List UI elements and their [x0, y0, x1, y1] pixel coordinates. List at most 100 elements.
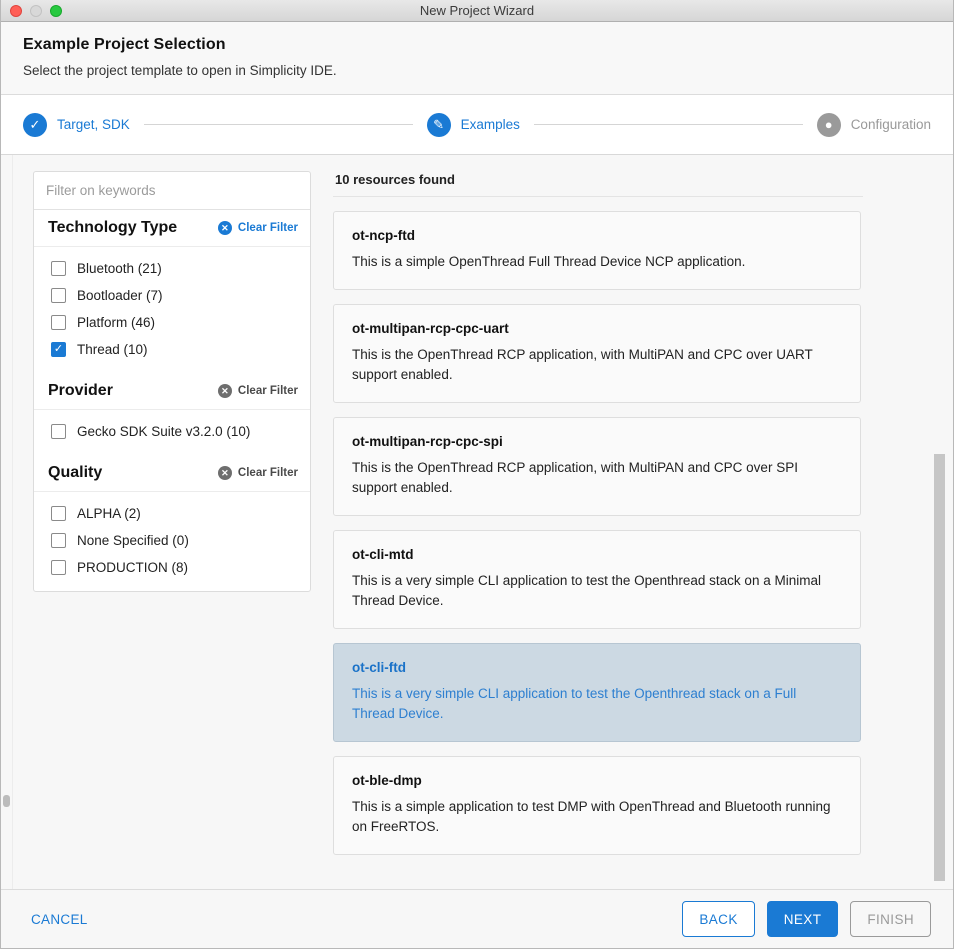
- checkbox-icon[interactable]: ✓: [51, 424, 66, 439]
- filter-option[interactable]: ✓ Thread (10): [34, 336, 310, 363]
- result-card[interactable]: ot-multipan-rcp-cpc-spi This is the OpenT…: [333, 417, 861, 516]
- clear-filter-label: Clear Filter: [238, 385, 298, 397]
- result-card-title: ot-ncp-ftd: [352, 228, 842, 243]
- filter-option-label: Gecko SDK Suite v3.2.0 (10): [77, 424, 250, 439]
- step-label-examples: Examples: [461, 117, 520, 132]
- clear-filter-button[interactable]: ✕ Clear Filter: [218, 221, 298, 235]
- step-configuration[interactable]: ● Configuration: [817, 113, 931, 137]
- window-title: New Project Wizard: [1, 3, 953, 18]
- filter-groups: Technology Type ✕ Clear Filter ✓ Bluetooth (…: [34, 210, 310, 591]
- checkbox-icon[interactable]: ✓: [51, 506, 66, 521]
- filter-group-header: Technology Type ✕ Clear Filter: [34, 210, 310, 247]
- clear-filter-x-icon: ✕: [218, 384, 232, 398]
- filter-option[interactable]: ✓ Platform (46): [34, 309, 310, 336]
- filter-group-title: Technology Type: [48, 219, 177, 237]
- filter-option[interactable]: ✓ Bootloader (7): [34, 282, 310, 309]
- step-examples[interactable]: ✎ Examples: [427, 113, 520, 137]
- zoom-button[interactable]: [50, 5, 62, 17]
- new-project-wizard-window: New Project Wizard Example Project Selec…: [0, 0, 954, 949]
- results-pane: 10 resources found ot-ncp-ftd This is a s…: [311, 171, 953, 889]
- checkbox-icon[interactable]: ✓: [51, 288, 66, 303]
- filter-option[interactable]: ✓ PRODUCTION (8): [34, 554, 310, 581]
- page-title: Example Project Selection: [23, 36, 931, 54]
- result-card[interactable]: ot-ble-dmp This is a simple application t…: [333, 756, 861, 855]
- filter-option[interactable]: ✓ Gecko SDK Suite v3.2.0 (10): [34, 418, 310, 445]
- filter-option-label: Thread (10): [77, 342, 148, 357]
- checkbox-icon[interactable]: ✓: [51, 342, 66, 357]
- filter-option-label: PRODUCTION (8): [77, 560, 188, 575]
- filter-group-title: Quality: [48, 464, 102, 482]
- result-card-title: ot-cli-ftd: [352, 660, 842, 675]
- finish-button: FINISH: [850, 901, 931, 937]
- result-card-title: ot-ble-dmp: [352, 773, 842, 788]
- next-button[interactable]: NEXT: [767, 901, 839, 937]
- page-subtitle: Select the project template to open in S…: [23, 63, 931, 78]
- filter-option[interactable]: ✓ None Specified (0): [34, 527, 310, 554]
- results-list: ot-ncp-ftd This is a simple OpenThread Fu…: [333, 211, 953, 855]
- clear-filter-button[interactable]: ✕ Clear Filter: [218, 384, 298, 398]
- check-icon: ✓: [23, 113, 47, 137]
- filter-option-label: None Specified (0): [77, 533, 189, 548]
- filter-option[interactable]: ✓ Bluetooth (21): [34, 255, 310, 282]
- filter-option-list: ✓ Gecko SDK Suite v3.2.0 (10): [34, 410, 310, 455]
- wizard-stepper: ✓ Target, SDK ✎ Examples ● Configuration: [1, 95, 953, 155]
- result-card-description: This is the OpenThread RCP application, …: [352, 458, 842, 498]
- wizard-body: Technology Type ✕ Clear Filter ✓ Bluetooth (…: [1, 155, 953, 889]
- result-card[interactable]: ot-ncp-ftd This is a simple OpenThread Fu…: [333, 211, 861, 290]
- step-target-sdk[interactable]: ✓ Target, SDK: [23, 113, 130, 137]
- window-titlebar: New Project Wizard: [1, 0, 953, 22]
- result-card-description: This is a very simple CLI application to…: [352, 571, 842, 611]
- result-card[interactable]: ot-cli-mtd This is a very simple CLI appl…: [333, 530, 861, 629]
- filter-option-label: Platform (46): [77, 315, 155, 330]
- close-button[interactable]: [10, 5, 22, 17]
- result-card[interactable]: ot-multipan-rcp-cpc-uart This is the Open…: [333, 304, 861, 403]
- result-card-description: This is a simple OpenThread Full Thread …: [352, 252, 842, 272]
- filter-group-title: Provider: [48, 382, 113, 400]
- filter-option-list: ✓ Bluetooth (21) ✓ Bootloader (7) ✓ Platform …: [34, 247, 310, 373]
- result-card-description: This is a simple application to test DMP…: [352, 797, 842, 837]
- content-panes: Technology Type ✕ Clear Filter ✓ Bluetooth (…: [13, 155, 953, 889]
- filter-panel: Technology Type ✕ Clear Filter ✓ Bluetooth (…: [33, 171, 311, 592]
- step-label-configuration: Configuration: [851, 117, 931, 132]
- page-scrollbar-left[interactable]: [1, 155, 13, 889]
- footer-buttons: BACK NEXT FINISH: [682, 901, 931, 937]
- filter-option-label: Bluetooth (21): [77, 261, 162, 276]
- result-card-title: ot-cli-mtd: [352, 547, 842, 562]
- page-scrollbar-left-thumb[interactable]: [3, 795, 10, 807]
- step-label-target-sdk: Target, SDK: [57, 117, 130, 132]
- checkbox-icon[interactable]: ✓: [51, 560, 66, 575]
- checkmark-icon: ✓: [54, 344, 63, 355]
- checkbox-icon[interactable]: ✓: [51, 261, 66, 276]
- results-count: 10 resources found: [333, 171, 863, 197]
- filter-option-list: ✓ ALPHA (2) ✓ None Specified (0) ✓ PRODUCTION…: [34, 492, 310, 591]
- search-input[interactable]: [34, 172, 310, 210]
- checkbox-icon[interactable]: ✓: [51, 315, 66, 330]
- wizard-header: Example Project Selection Select the pro…: [1, 22, 953, 95]
- clear-filter-label: Clear Filter: [238, 467, 298, 479]
- step-connector-2: [534, 124, 803, 125]
- wizard-footer: CANCEL BACK NEXT FINISH: [1, 889, 953, 948]
- results-scrollbar-thumb[interactable]: [934, 454, 945, 881]
- results-scrollbar[interactable]: [925, 155, 953, 889]
- clear-filter-x-icon: ✕: [218, 466, 232, 480]
- step-connector-1: [144, 124, 413, 125]
- cancel-button[interactable]: CANCEL: [29, 908, 90, 931]
- result-card-title: ot-multipan-rcp-cpc-uart: [352, 321, 842, 336]
- checkbox-icon[interactable]: ✓: [51, 533, 66, 548]
- filter-option-label: ALPHA (2): [77, 506, 141, 521]
- result-card-title: ot-multipan-rcp-cpc-spi: [352, 434, 842, 449]
- filter-option-label: Bootloader (7): [77, 288, 163, 303]
- pencil-icon: ✎: [427, 113, 451, 137]
- result-card-description: This is the OpenThread RCP application, …: [352, 345, 842, 385]
- clear-filter-x-icon: ✕: [218, 221, 232, 235]
- dot-icon: ●: [817, 113, 841, 137]
- minimize-button[interactable]: [30, 5, 42, 17]
- window-controls: [1, 5, 62, 17]
- result-card-description: This is a very simple CLI application to…: [352, 684, 842, 724]
- back-button[interactable]: BACK: [682, 901, 754, 937]
- filter-option[interactable]: ✓ ALPHA (2): [34, 500, 310, 527]
- clear-filter-label: Clear Filter: [238, 222, 298, 234]
- result-card[interactable]: ot-cli-ftd This is a very simple CLI appl…: [333, 643, 861, 742]
- clear-filter-button[interactable]: ✕ Clear Filter: [218, 466, 298, 480]
- filter-group-header: Quality ✕ Clear Filter: [34, 455, 310, 492]
